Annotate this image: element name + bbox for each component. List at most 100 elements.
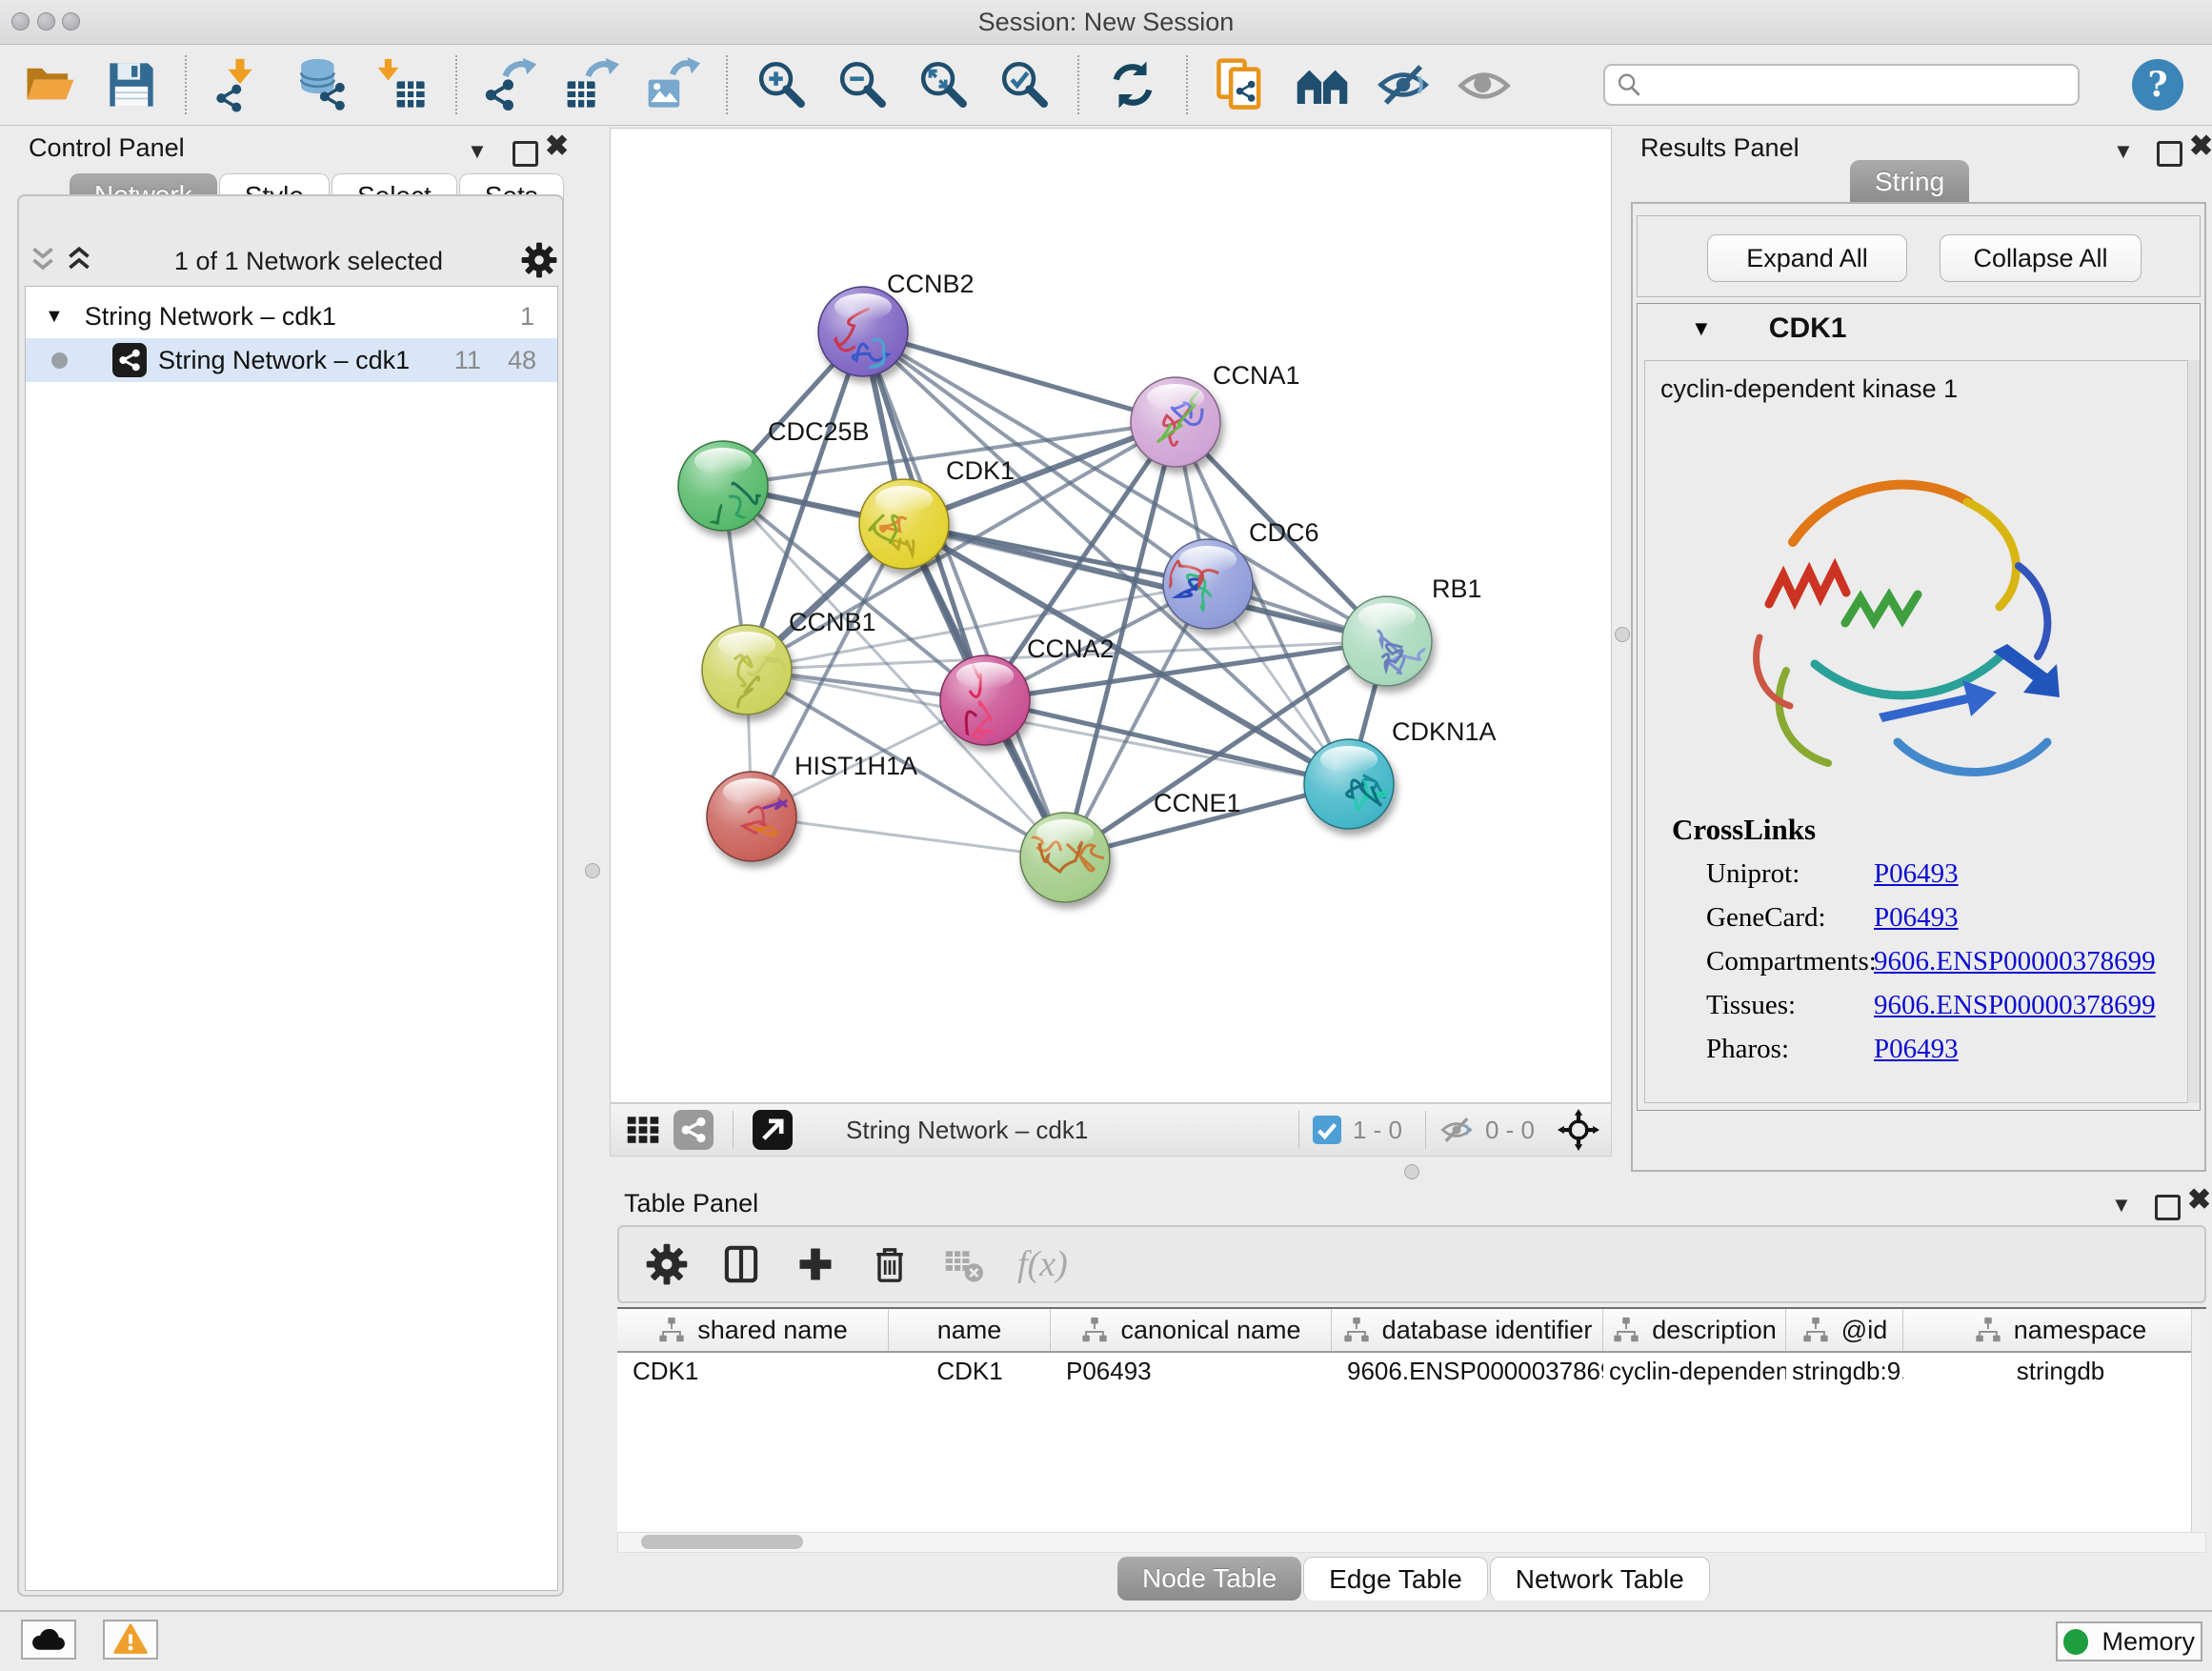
crosslink-link[interactable]: P06493 (1874, 858, 1959, 889)
table-row[interactable]: CDK1CDK1P064939606.ENSP00000378699cyclin… (617, 1353, 2206, 1389)
column-type-icon (657, 1316, 686, 1344)
zoom-out-button[interactable] (835, 57, 890, 112)
cdk1-details: cyclin-dependent kinase 1 CrossLinks Uni… (1644, 360, 2193, 1103)
crosslink-link[interactable]: 9606.ENSP00000378699 (1874, 990, 2156, 1020)
results-panel-close-icon[interactable]: ✖ (2189, 130, 2212, 163)
grid-view-icon[interactable] (624, 1111, 662, 1149)
crosslink-link[interactable]: P06493 (1874, 902, 1959, 933)
control-panel-title: Control Panel (29, 133, 185, 163)
function-builder-button[interactable]: f(x) (1017, 1243, 1068, 1285)
control-panel-menu-icon[interactable]: ▼ (467, 139, 488, 164)
save-session-button[interactable] (104, 57, 159, 112)
table-panel-close-icon[interactable]: ✖ (2187, 1183, 2211, 1217)
collection-expander-icon[interactable]: ▼ (45, 306, 64, 328)
table-horizontal-scrollbar[interactable] (617, 1532, 2206, 1553)
delete-column-button[interactable] (869, 1243, 911, 1285)
column-header-description[interactable]: description (1603, 1309, 1786, 1351)
network-options-gear-icon[interactable] (520, 242, 558, 280)
export-image-button[interactable] (645, 57, 700, 112)
toolbar-separator (1077, 55, 1079, 114)
crosslink-link[interactable]: P06493 (1874, 1034, 1959, 1064)
search-input[interactable] (1643, 70, 2068, 101)
network-collection-row[interactable]: ▼ String Network – cdk1 1 (26, 294, 557, 338)
tab-edge-table[interactable]: Edge Table (1303, 1557, 1488, 1601)
bottom-splitter-handle[interactable] (1404, 1164, 1419, 1179)
results-panel-menu-icon[interactable]: ▼ (2113, 139, 2134, 164)
memory-button[interactable]: Memory (2056, 1621, 2202, 1661)
delete-table-button[interactable] (943, 1243, 985, 1285)
show-all-button[interactable] (1457, 57, 1512, 112)
cell-shared-name: CDK1 (617, 1357, 889, 1386)
column-header-shared-name[interactable]: shared name (617, 1309, 889, 1351)
network-canvas[interactable]: CCNB2CCNA1CDC25BCDK1CDC6RB1CCNB1CCNA2CDK… (610, 128, 1612, 1103)
network-graph[interactable]: CCNB2CCNA1CDC25BCDK1CDC6RB1CCNB1CCNA2CDK… (611, 129, 1611, 1102)
zoom-fit-content-button[interactable] (915, 57, 971, 112)
crosshair-icon[interactable] (1558, 1109, 1599, 1151)
birdseye-view-icon[interactable] (753, 1110, 793, 1150)
cell-namespace: stringdb (1903, 1357, 2206, 1386)
export-table-button[interactable] (564, 57, 619, 112)
table-settings-button[interactable] (646, 1243, 688, 1285)
tab-string[interactable]: String (1850, 160, 1969, 204)
protein-description: cyclin-dependent kinase 1 (1660, 374, 1958, 404)
tab-network-table[interactable]: Network Table (1490, 1557, 1710, 1601)
expand-all-networks-button[interactable] (61, 243, 97, 279)
column-header-namespace[interactable]: namespace (1903, 1309, 2206, 1351)
help-button[interactable]: ? (2132, 59, 2183, 111)
hidden-eye-icon (1439, 1113, 1474, 1147)
column-type-icon (1801, 1316, 1830, 1344)
hide-selection-button[interactable] (1376, 57, 1431, 112)
scrollbar-thumb[interactable] (641, 1535, 803, 1549)
table-header-row: shared name name canonical namedatabase id… (617, 1307, 2206, 1353)
add-column-button[interactable] (794, 1243, 836, 1285)
control-panel-close-icon[interactable]: ✖ (545, 130, 569, 163)
results-panel-float-icon[interactable] (2157, 141, 2182, 167)
network-row[interactable]: String Network – cdk1 11 48 (26, 338, 557, 382)
cloud-button[interactable] (21, 1620, 76, 1660)
search-box[interactable] (1603, 64, 2080, 106)
warnings-button[interactable] (103, 1620, 158, 1660)
table-vertical-scrollbar[interactable] (2191, 1309, 2207, 1532)
left-splitter-handle[interactable] (585, 863, 600, 878)
column-header-database-identifier[interactable]: database identifier (1332, 1309, 1603, 1351)
crosslink-link[interactable]: 9606.ENSP00000378699 (1874, 946, 2156, 976)
open-session-button[interactable] (23, 57, 78, 112)
right-splitter-handle[interactable] (1615, 627, 1630, 642)
network-edge-count: 48 (508, 346, 536, 375)
zoom-selected-button[interactable] (996, 57, 1052, 112)
export-network-button[interactable] (483, 57, 538, 112)
import-table-from-file-button[interactable] (374, 57, 430, 112)
column-header-canonical-name[interactable]: canonical name (1051, 1309, 1332, 1351)
edge-CCNB2-RB1[interactable] (863, 332, 1387, 641)
zoom-in-button[interactable] (754, 57, 809, 112)
toggle-columns-button[interactable] (720, 1243, 762, 1285)
collapse-all-networks-button[interactable] (25, 243, 61, 279)
network-badge-icon[interactable] (674, 1110, 714, 1150)
column-header-name[interactable]: name (889, 1309, 1051, 1351)
edge-CCNA2-CDKN1A[interactable] (985, 700, 1349, 784)
import-network-from-file-button[interactable] (212, 57, 268, 112)
refresh-network-button[interactable] (1105, 57, 1160, 112)
results-scrollbar[interactable] (2187, 360, 2200, 1103)
network-selection-status: 1 of 1 Network selected (97, 247, 520, 276)
string-network-icon (112, 343, 147, 377)
cdk1-expander-icon[interactable]: ▼ (1691, 316, 1712, 341)
table-panel-menu-icon[interactable]: ▼ (2111, 1193, 2132, 1218)
cytoscape-window: Session: New Session ? Control Panel ▼ ✖… (0, 0, 2212, 1671)
node-label-CDC25B: CDC25B (768, 417, 870, 446)
memory-status-dot (2063, 1629, 2088, 1655)
column-header--id[interactable]: @id (1786, 1309, 1903, 1351)
control-panel-float-icon[interactable] (513, 141, 538, 167)
cell-canonical-name: P06493 (1051, 1357, 1332, 1386)
expand-all-button[interactable]: Expand All (1707, 234, 1907, 282)
new-network-from-selection-button[interactable] (1214, 57, 1269, 112)
collapse-all-button[interactable]: Collapse All (1940, 234, 2142, 282)
first-neighbors-button[interactable] (1295, 57, 1350, 112)
selected-counts: 1 - 0 (1353, 1116, 1402, 1145)
table-panel-float-icon[interactable] (2155, 1195, 2181, 1220)
node-label-CCNE1: CCNE1 (1154, 789, 1241, 817)
edge-HIST1H1A-CCNE1[interactable] (752, 816, 1065, 857)
column-label: name (937, 1316, 1002, 1345)
tab-node-table[interactable]: Node Table (1117, 1557, 1301, 1601)
import-network-from-database-button[interactable] (293, 57, 349, 112)
